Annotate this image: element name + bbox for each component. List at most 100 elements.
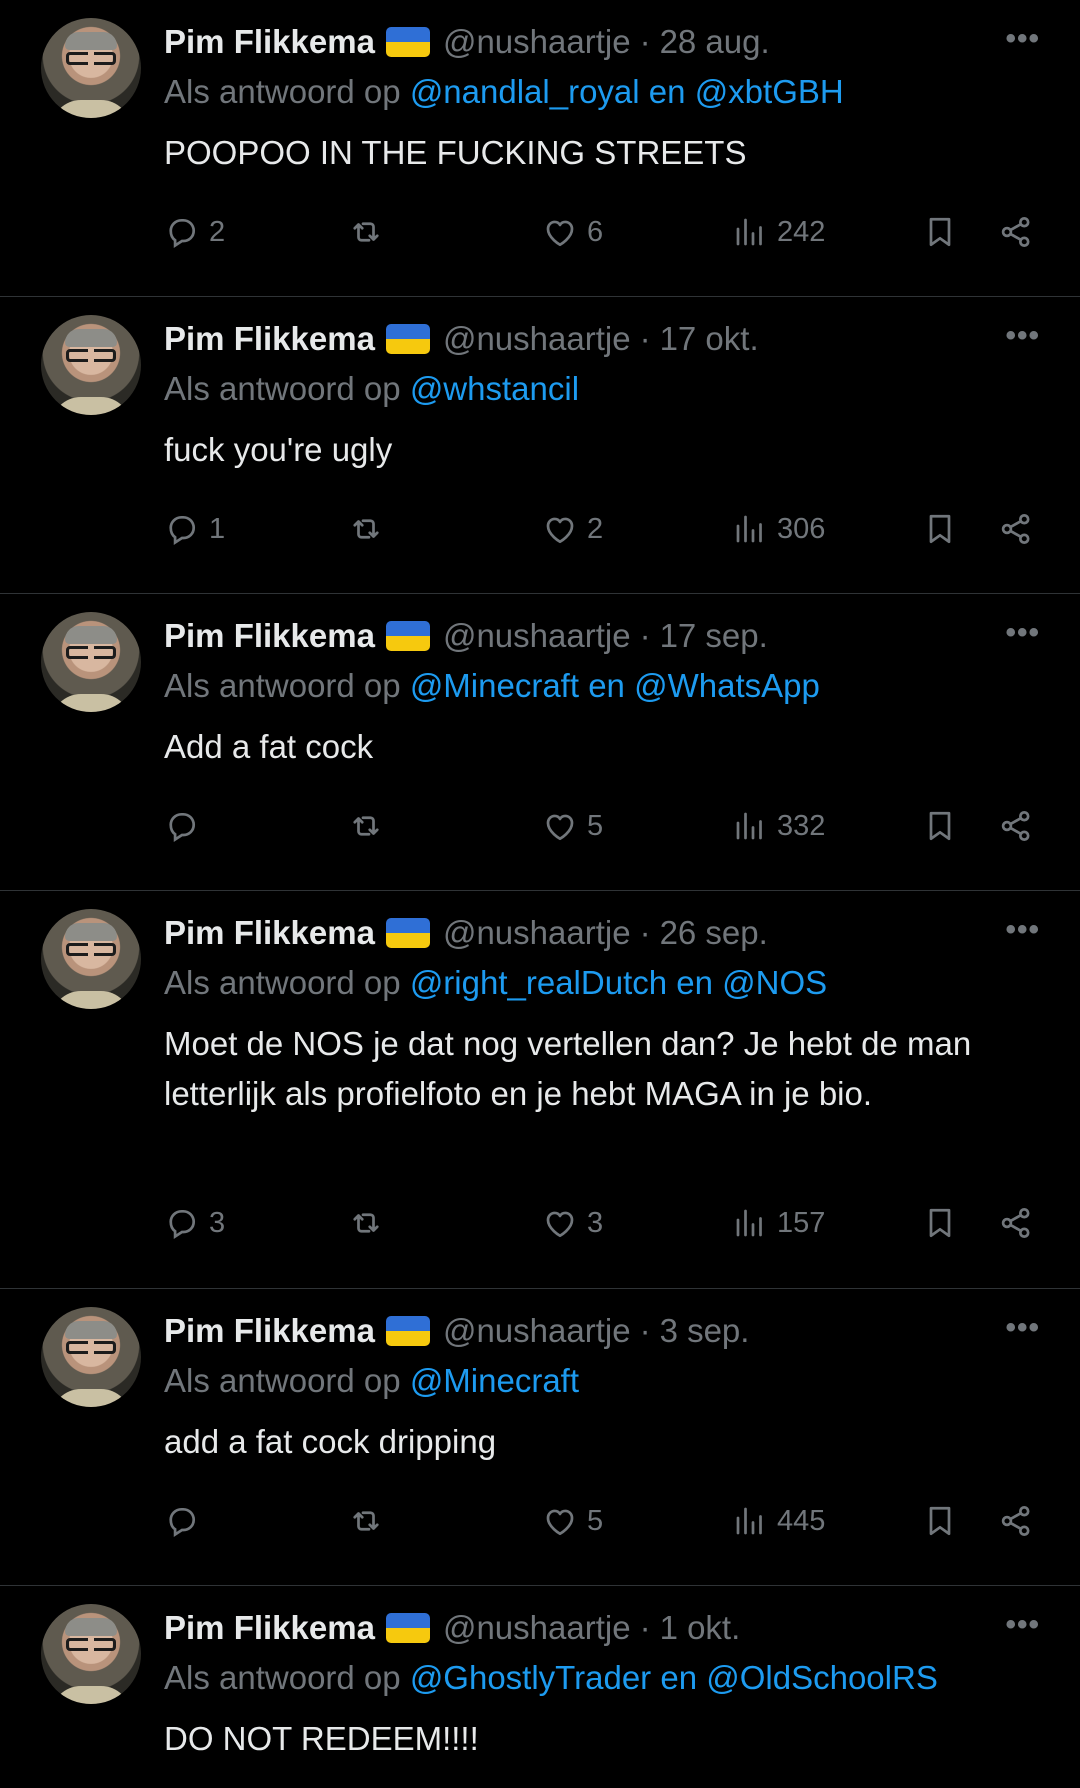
- display-name[interactable]: Pim Flikkema: [164, 914, 375, 952]
- views-button[interactable]: 445: [732, 1503, 825, 1539]
- more-options-icon[interactable]: •••: [1005, 616, 1040, 650]
- tweet-header: Pim Flikkema @nushaartje · 3 sep.: [164, 1307, 1060, 1355]
- mention-link[interactable]: @right_realDutch: [410, 964, 667, 1001]
- share-icon: [1001, 811, 1030, 841]
- views-button[interactable]: 306: [732, 511, 825, 547]
- action-bar: 2 6 242: [164, 207, 1040, 257]
- bookmark-button[interactable]: [922, 214, 958, 250]
- like-button[interactable]: 5: [542, 1503, 603, 1539]
- mention-conjunction[interactable]: en: [588, 667, 625, 704]
- mention-link[interactable]: @NOS: [722, 964, 827, 1001]
- reply-button[interactable]: 1: [164, 511, 225, 547]
- tweet-feed: Pim Flikkema @nushaartje · 28 aug. ••• A…: [0, 0, 1080, 1788]
- repost-button[interactable]: [348, 808, 393, 844]
- repost-button[interactable]: [348, 1503, 393, 1539]
- bookmark-button[interactable]: [922, 1503, 958, 1539]
- share-icon: [1001, 217, 1030, 247]
- more-options-icon[interactable]: •••: [1005, 1311, 1040, 1345]
- like-button[interactable]: 3: [542, 1205, 603, 1241]
- views-count: 332: [777, 809, 826, 842]
- like-button[interactable]: 2: [542, 511, 603, 547]
- mention-link[interactable]: @OldSchoolRS: [706, 1659, 938, 1696]
- share-button[interactable]: [998, 808, 1034, 844]
- reply-count: 3: [209, 1206, 226, 1239]
- views-button[interactable]: 332: [732, 808, 825, 844]
- display-name[interactable]: Pim Flikkema: [164, 23, 375, 61]
- tweet[interactable]: Pim Flikkema @nushaartje · 17 okt. ••• A…: [0, 297, 1080, 594]
- reply-button[interactable]: 3: [164, 1205, 225, 1241]
- tweet-date[interactable]: 1 okt.: [660, 1609, 741, 1647]
- mention-conjunction[interactable]: en: [660, 1659, 697, 1696]
- share-button[interactable]: [998, 1503, 1034, 1539]
- reply-button[interactable]: [164, 808, 209, 844]
- tweet[interactable]: Pim Flikkema @nushaartje · 26 sep. ••• A…: [0, 891, 1080, 1289]
- tweet[interactable]: Pim Flikkema @nushaartje · 3 sep. ••• Al…: [0, 1289, 1080, 1586]
- tweet[interactable]: Pim Flikkema @nushaartje · 1 okt. ••• Al…: [0, 1586, 1080, 1788]
- views-chart-icon: [736, 1507, 762, 1535]
- repost-button[interactable]: [348, 1205, 393, 1241]
- tweet-date[interactable]: 17 okt.: [660, 320, 759, 358]
- user-handle[interactable]: @nushaartje: [443, 23, 631, 61]
- repost-icon: [353, 1511, 379, 1531]
- mention-link[interactable]: @nandlal_royal: [410, 73, 640, 110]
- avatar[interactable]: [41, 315, 141, 415]
- tweet-date[interactable]: 17 sep.: [660, 617, 768, 655]
- avatar[interactable]: [41, 1307, 141, 1407]
- mention-link[interactable]: @whstancil: [410, 370, 579, 407]
- mention-link[interactable]: @xbtGBH: [695, 73, 844, 110]
- views-chart-icon: [736, 812, 762, 840]
- like-button[interactable]: 6: [542, 214, 603, 250]
- tweet[interactable]: Pim Flikkema @nushaartje · 28 aug. ••• A…: [0, 0, 1080, 297]
- user-handle[interactable]: @nushaartje: [443, 1312, 631, 1350]
- action-bar: 1 2 306: [164, 504, 1040, 554]
- more-options-icon[interactable]: •••: [1005, 913, 1040, 947]
- bookmark-button[interactable]: [922, 808, 958, 844]
- repost-button[interactable]: [348, 214, 393, 250]
- share-button[interactable]: [998, 214, 1034, 250]
- reply-context: Als antwoord op @Minecraft en @WhatsApp: [164, 667, 1060, 705]
- views-button[interactable]: 242: [732, 214, 825, 250]
- tweet-header: Pim Flikkema @nushaartje · 28 aug.: [164, 18, 1060, 66]
- user-handle[interactable]: @nushaartje: [443, 617, 631, 655]
- avatar[interactable]: [41, 18, 141, 118]
- share-button[interactable]: [998, 511, 1034, 547]
- mention-link[interactable]: @Minecraft: [410, 1362, 579, 1399]
- bookmark-button[interactable]: [922, 511, 958, 547]
- user-handle[interactable]: @nushaartje: [443, 914, 631, 952]
- share-button[interactable]: [998, 1205, 1034, 1241]
- tweet-date[interactable]: 28 aug.: [660, 23, 770, 61]
- more-options-icon[interactable]: •••: [1005, 319, 1040, 353]
- action-bar: 3 3 157: [164, 1198, 1040, 1248]
- ukraine-flag-icon: [385, 918, 430, 948]
- display-name[interactable]: Pim Flikkema: [164, 617, 375, 655]
- mention-conjunction[interactable]: en: [649, 73, 686, 110]
- tweet-header: Pim Flikkema @nushaartje · 26 sep.: [164, 909, 1060, 957]
- like-button[interactable]: 5: [542, 808, 603, 844]
- tweet[interactable]: Pim Flikkema @nushaartje · 17 sep. ••• A…: [0, 594, 1080, 891]
- mention-conjunction[interactable]: en: [676, 964, 713, 1001]
- avatar[interactable]: [41, 1604, 141, 1704]
- display-name[interactable]: Pim Flikkema: [164, 1609, 375, 1647]
- avatar[interactable]: [41, 909, 141, 1009]
- tweet-date[interactable]: 26 sep.: [660, 914, 768, 952]
- separator-dot: ·: [639, 914, 651, 951]
- more-options-icon[interactable]: •••: [1005, 1608, 1040, 1642]
- user-handle[interactable]: @nushaartje: [443, 1609, 631, 1647]
- views-button[interactable]: 157: [732, 1205, 825, 1241]
- avatar[interactable]: [41, 612, 141, 712]
- mention-link[interactable]: @Minecraft: [410, 667, 579, 704]
- display-name[interactable]: Pim Flikkema: [164, 320, 375, 358]
- mention-link[interactable]: @WhatsApp: [634, 667, 820, 704]
- reply-icon: [169, 218, 196, 248]
- reply-context: Als antwoord op @GhostlyTrader en @OldSc…: [164, 1659, 1060, 1697]
- user-handle[interactable]: @nushaartje: [443, 320, 631, 358]
- more-options-icon[interactable]: •••: [1005, 22, 1040, 56]
- tweet-date[interactable]: 3 sep.: [660, 1312, 750, 1350]
- like-count: 6: [587, 215, 604, 248]
- reply-button[interactable]: [164, 1503, 209, 1539]
- repost-button[interactable]: [348, 511, 393, 547]
- reply-button[interactable]: 2: [164, 214, 225, 250]
- bookmark-button[interactable]: [922, 1205, 958, 1241]
- display-name[interactable]: Pim Flikkema: [164, 1312, 375, 1350]
- mention-link[interactable]: @GhostlyTrader: [410, 1659, 651, 1696]
